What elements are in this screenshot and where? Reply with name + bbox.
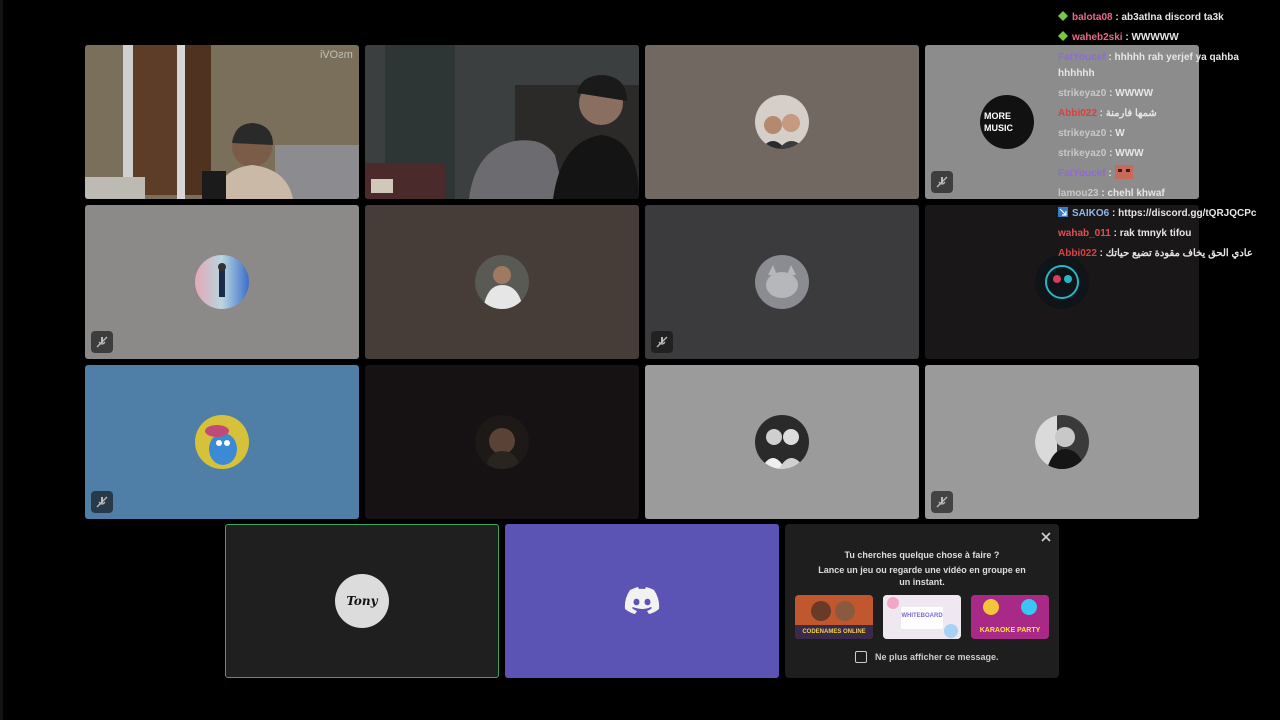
- close-icon[interactable]: [1039, 530, 1053, 544]
- chat-message: lamou23 : chehl khwaf: [1058, 188, 1165, 199]
- avatar-tile-couple[interactable]: [645, 45, 919, 199]
- avatar-image: [475, 255, 529, 309]
- webcam-feed-1: [85, 45, 359, 199]
- discord-logo-icon: [624, 587, 660, 614]
- avatar-tile-blue-character[interactable]: [85, 365, 359, 519]
- discord-tile[interactable]: [505, 524, 779, 678]
- avatar-tile-man-white[interactable]: [365, 205, 639, 359]
- chat-message: strikeyaz0 : W: [1058, 128, 1125, 139]
- activity-karaoke-label: KARAOKE PARTY: [979, 627, 1041, 634]
- activity-codenames[interactable]: CODENAMES ONLINE: [795, 595, 873, 639]
- chat-message: SAIKO6 : https://discord.gg/tQRJQCPc: [1058, 204, 1280, 224]
- activity-whiteboard[interactable]: WHITEBOARD: [883, 595, 961, 639]
- dont-show-again-row[interactable]: Ne plus afficher ce message.: [855, 651, 999, 663]
- chat-message: waheb2ski : WWWWW: [1058, 28, 1280, 48]
- avatar-image: [755, 95, 809, 149]
- muted-mic-icon: [91, 491, 113, 513]
- muted-mic-icon: [91, 331, 113, 353]
- chat-message: Abbi022 : عادي الحق يخاف مقودة تضيع حيات…: [1058, 248, 1253, 259]
- avatar-image: [755, 415, 809, 469]
- activity-promo-panel: Tu cherches quelque chose à faire ? Lanc…: [785, 524, 1059, 678]
- avatar-image: [755, 255, 809, 309]
- dont-show-again-checkbox[interactable]: [855, 651, 867, 663]
- green-diamond-icon: [1058, 31, 1068, 41]
- watermark-label: msOVi: [320, 49, 353, 61]
- avatar-image: MORE MUSIC: [980, 95, 1035, 149]
- left-edge-rule: [0, 0, 3, 720]
- avatar-image: [1035, 415, 1089, 469]
- chat-message: Abbi022 : شمها فارمنة: [1058, 108, 1157, 119]
- chat-message: wahab_011 : rak tmnyk tifou: [1058, 228, 1192, 239]
- avatar-image: [475, 415, 529, 469]
- avatar-image: [195, 255, 249, 309]
- self-avatar-text: Tony: [346, 594, 378, 608]
- activity-codenames-label: CODENAMES ONLINE: [802, 629, 866, 635]
- activity-karaoke[interactable]: KARAOKE PARTY: [971, 595, 1049, 639]
- stream-chat-overlay: balota08 : ab3atlna discord ta3k waheb2s…: [1058, 8, 1280, 264]
- blue-arrow-icon: [1058, 207, 1068, 217]
- video-tile-cam-2[interactable]: [365, 45, 639, 199]
- avatar-tile-dark-man[interactable]: [365, 365, 639, 519]
- svg-text:MORE: MORE: [984, 111, 1011, 121]
- muted-mic-icon: [931, 171, 953, 193]
- promo-body: Lance un jeu ou regarde une vidéo en gro…: [818, 565, 1026, 587]
- video-tile-cam-1[interactable]: msOVi: [85, 45, 359, 199]
- svg-text:MUSIC: MUSIC: [984, 123, 1014, 133]
- avatar-tile-bw-portrait[interactable]: [925, 365, 1199, 519]
- chat-message: FatYoucef : hhhhh rah yerjef ya qahba: [1058, 52, 1239, 63]
- chat-message: FatYoucef :: [1058, 164, 1280, 184]
- chat-message: strikeyaz0 : WWWW: [1058, 88, 1154, 99]
- muted-mic-icon: [651, 331, 673, 353]
- emote-icon: [1114, 165, 1133, 179]
- activity-whiteboard-label: WHITEBOARD: [901, 613, 943, 619]
- promo-title: Tu cherches quelque chose à faire ?: [844, 550, 1000, 560]
- chat-message-continuation: hhhhhh: [1058, 68, 1095, 79]
- self-tile[interactable]: Tony: [225, 524, 499, 678]
- green-diamond-icon: [1058, 11, 1068, 21]
- avatar-tile-bw-pair[interactable]: [645, 365, 919, 519]
- self-avatar: Tony: [335, 574, 389, 628]
- muted-mic-icon: [931, 491, 953, 513]
- chat-message: balota08 : ab3atlna discord ta3k: [1058, 8, 1280, 28]
- chat-message: strikeyaz0 : WWW: [1058, 148, 1144, 159]
- avatar-tile-figure[interactable]: [85, 205, 359, 359]
- avatar-image: [195, 415, 249, 469]
- dont-show-again-label: Ne plus afficher ce message.: [875, 652, 999, 662]
- webcam-feed-2: [365, 45, 639, 199]
- avatar-tile-cat[interactable]: [645, 205, 919, 359]
